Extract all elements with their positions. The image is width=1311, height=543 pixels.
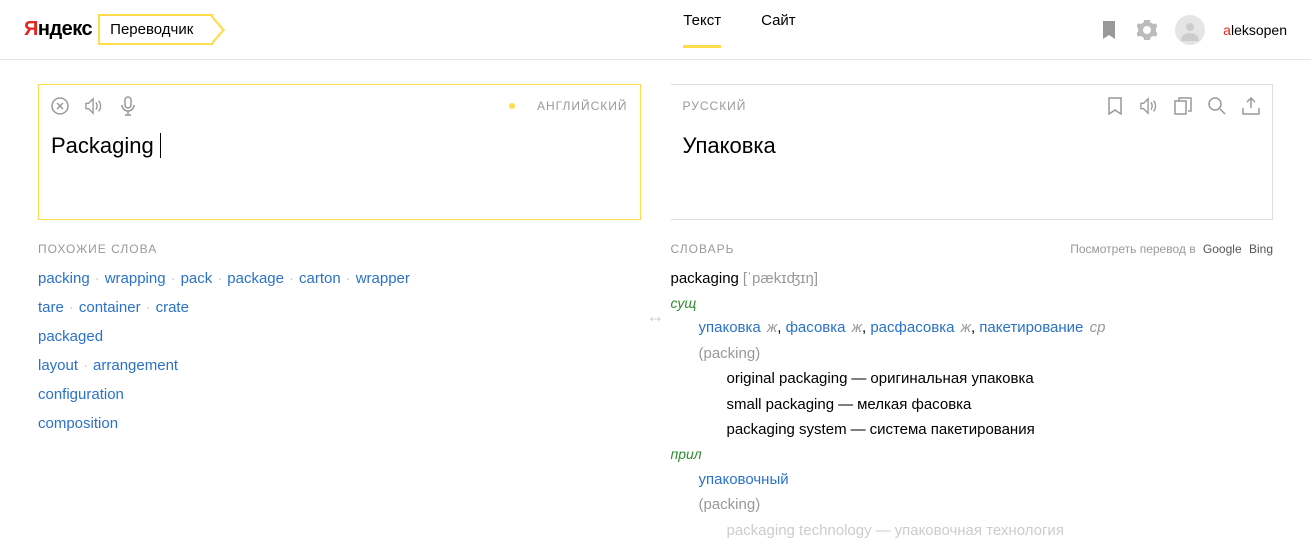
tab-site[interactable]: Сайт [761, 12, 796, 47]
similar-word[interactable]: tare [38, 299, 64, 316]
similar-row: layout·arrangement [38, 357, 641, 374]
bookmark-output-icon[interactable] [1106, 97, 1124, 115]
similar-word[interactable]: composition [38, 415, 118, 432]
service-name: Переводчик [98, 14, 213, 45]
dict-title: СЛОВАРЬ [671, 242, 735, 256]
bookmark-icon[interactable] [1099, 20, 1119, 40]
clear-icon[interactable] [51, 97, 69, 115]
dict-translation[interactable]: расфасовка [870, 319, 954, 336]
similar-word[interactable]: layout [38, 357, 78, 374]
similar-row: packaged [38, 328, 641, 345]
similar-word[interactable]: crate [156, 299, 189, 316]
source-pane-header: АНГЛИЙСКИЙ [51, 93, 628, 119]
dict-example: original packaging—оригинальная упаковка [727, 366, 1274, 392]
similar-word[interactable]: carton [299, 270, 341, 287]
speak-icon[interactable] [85, 97, 103, 115]
header: Яндекс Переводчик Текст Сайт aleksopen [0, 0, 1311, 60]
avatar[interactable] [1175, 15, 1205, 45]
google-link[interactable]: Google [1203, 242, 1242, 256]
username[interactable]: aleksopen [1223, 22, 1287, 38]
similar-list: packing·wrapping·pack·package·carton·wra… [38, 270, 641, 432]
speak-output-icon[interactable] [1140, 97, 1158, 115]
similar-row: tare·container·crate [38, 299, 641, 316]
dict-translation[interactable]: пакетирование [979, 319, 1083, 336]
similar-word[interactable]: pack [181, 270, 213, 287]
header-right: aleksopen [1099, 15, 1287, 45]
search-output-icon[interactable] [1208, 97, 1226, 115]
similar-word[interactable]: packing [38, 270, 90, 287]
target-box: РУССКИЙ [671, 84, 1274, 220]
target-text: Упаковка [683, 119, 1261, 219]
dict-example: small packaging—мелкая фасовка [727, 392, 1274, 418]
dict-example: packaging system—система пакетирования [727, 417, 1274, 443]
source-lang-label[interactable]: АНГЛИЙСКИЙ [537, 99, 628, 113]
similar-word[interactable]: wrapper [356, 270, 410, 287]
similar-word[interactable]: wrapping [105, 270, 166, 287]
similar-word[interactable]: packaged [38, 328, 103, 345]
similar-title: ПОХОЖИЕ СЛОВА [38, 242, 641, 256]
dict-example: packaging technology—упаковочная техноло… [727, 518, 1274, 543]
target-pane-header: РУССКИЙ [683, 93, 1261, 119]
swap-languages-button[interactable]: ↔ [641, 84, 671, 543]
similar-row: composition [38, 415, 641, 432]
nav-tabs: Текст Сайт [683, 12, 795, 47]
source-text-input[interactable]: Packaging [51, 119, 628, 219]
dict-translation[interactable]: упаковка [699, 319, 761, 336]
similar-word[interactable]: container [79, 299, 141, 316]
examples-noun: original packaging—оригинальная упаковка… [699, 366, 1274, 443]
external-links: Посмотреть перевод в Google Bing [1070, 242, 1273, 256]
senses-noun: упаковка ж, фасовка ж, расфасовка ж, пак… [699, 315, 1274, 341]
dict-translation[interactable]: упаковочный [699, 471, 789, 488]
target-column: РУССКИЙ [671, 84, 1274, 543]
source-column: АНГЛИЙСКИЙ Packaging ПОХОЖИЕ СЛОВА packi… [38, 84, 641, 543]
similar-row: configuration [38, 386, 641, 403]
pos-adj: прил [671, 443, 1274, 467]
detected-indicator [509, 103, 515, 109]
similar-row: packing·wrapping·pack·package·carton·wra… [38, 270, 641, 287]
source-box: АНГЛИЙСКИЙ Packaging [38, 84, 641, 220]
logo-group[interactable]: Яндекс Переводчик [24, 14, 213, 45]
dictionary: packaging[ˈpækɪʤɪŋ] сущ упаковка ж, фасо… [671, 266, 1274, 543]
bing-link[interactable]: Bing [1249, 242, 1273, 256]
dict-headword-line: packaging[ˈpækɪʤɪŋ] [671, 266, 1274, 292]
senses-adj: упаковочный [699, 467, 1274, 493]
gear-icon[interactable] [1137, 20, 1157, 40]
dict-translation[interactable]: фасовка [786, 319, 846, 336]
synonym-noun: (packing) [699, 341, 1274, 367]
similar-word[interactable]: arrangement [93, 357, 178, 374]
pos-noun: сущ [671, 292, 1274, 316]
similar-word[interactable]: package [227, 270, 284, 287]
synonym-adj: (packing) [699, 492, 1274, 518]
target-lang-label[interactable]: РУССКИЙ [683, 99, 747, 113]
tab-text[interactable]: Текст [683, 12, 721, 47]
examples-adj: packaging technology—упаковочная техноло… [699, 518, 1274, 543]
microphone-icon[interactable] [119, 97, 137, 115]
similar-word[interactable]: configuration [38, 386, 124, 403]
yandex-logo: Яндекс [24, 18, 92, 41]
main: АНГЛИЙСКИЙ Packaging ПОХОЖИЕ СЛОВА packi… [0, 60, 1311, 543]
share-icon[interactable] [1242, 97, 1260, 115]
dict-header: СЛОВАРЬ Посмотреть перевод в Google Bing [671, 242, 1274, 256]
copy-icon[interactable] [1174, 97, 1192, 115]
